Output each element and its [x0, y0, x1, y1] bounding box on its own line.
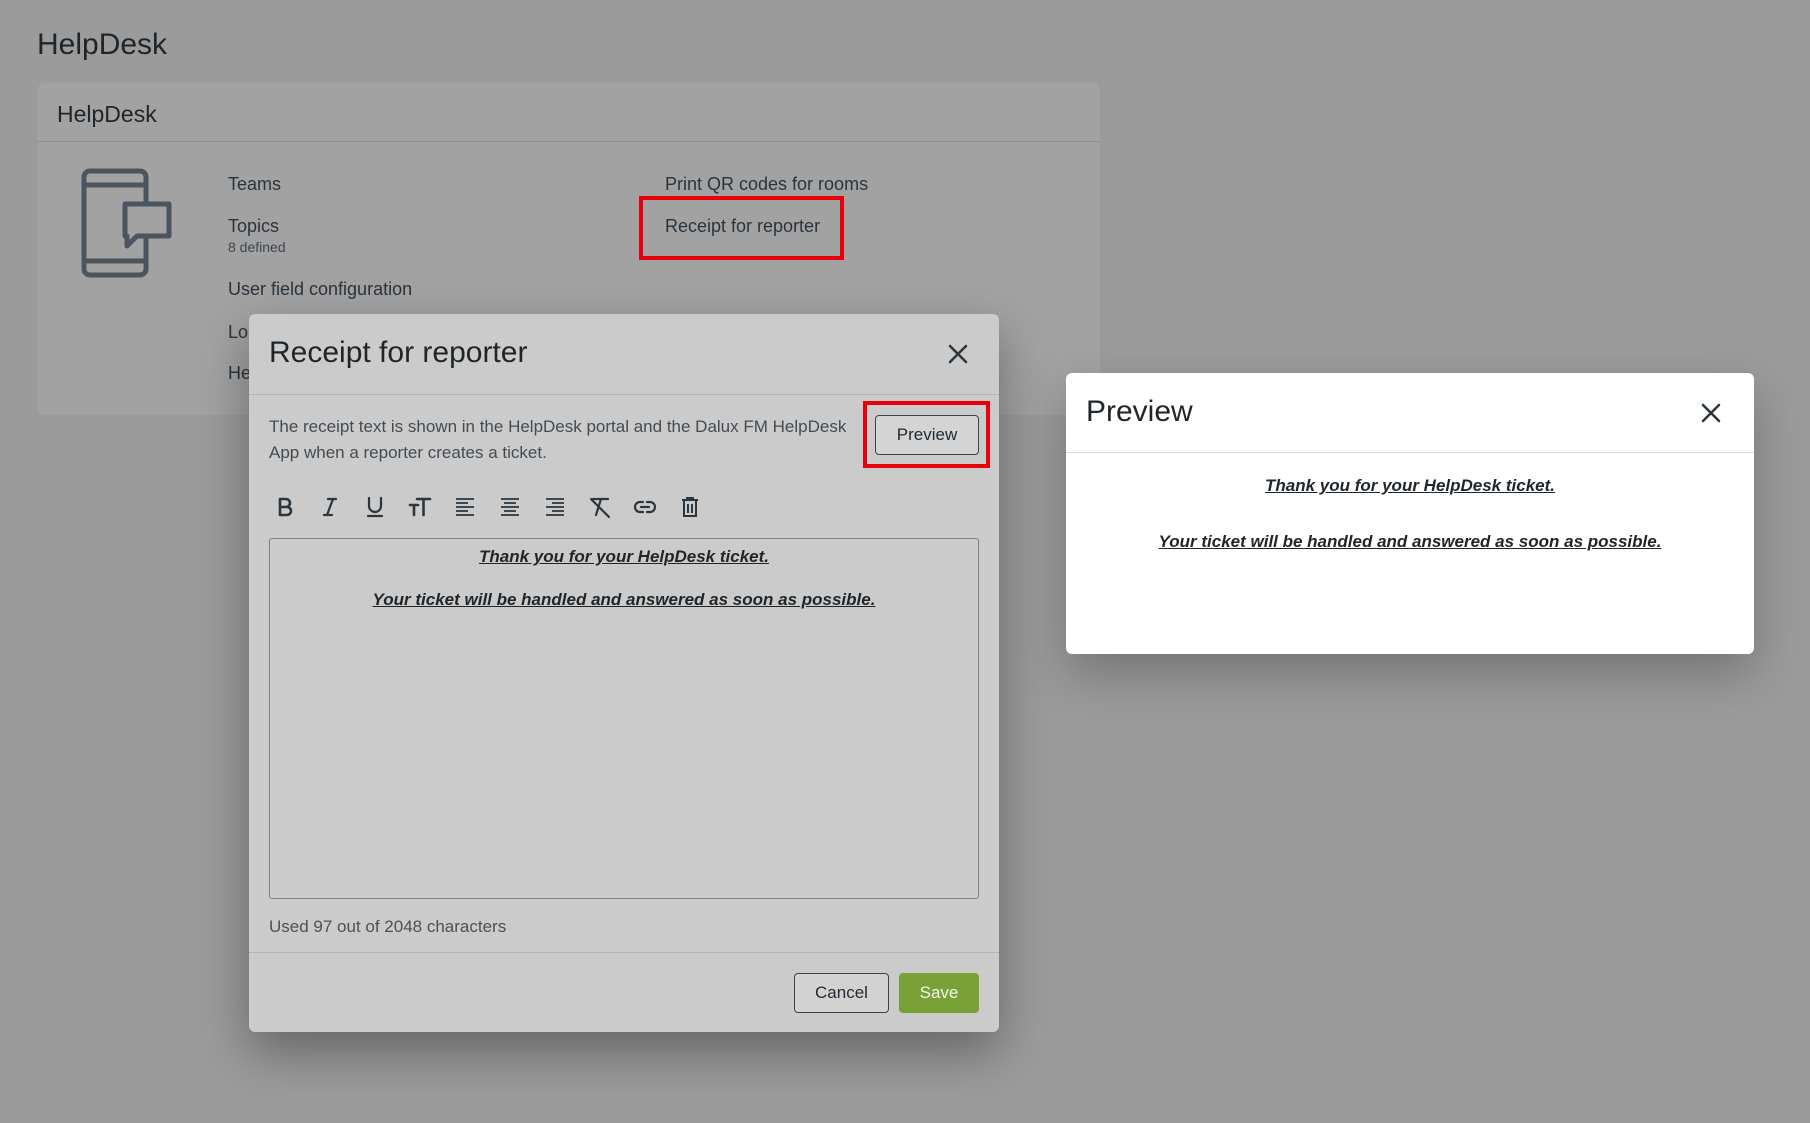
- save-button[interactable]: Save: [899, 973, 979, 1013]
- delete-icon: [682, 497, 698, 517]
- underline-icon: [366, 496, 384, 518]
- italic-button[interactable]: [314, 491, 346, 523]
- align-left-button[interactable]: [449, 491, 481, 523]
- preview-line: Thank you for your HelpDesk ticket.: [1264, 476, 1555, 495]
- editor-toolbar: [269, 491, 706, 525]
- page-title: HelpDesk: [37, 28, 168, 61]
- mobile-chat-icon: [81, 168, 172, 278]
- cancel-button[interactable]: Cancel: [794, 973, 889, 1013]
- bold-icon: [278, 497, 293, 517]
- preview-popup: Preview Thank you for your HelpDesk tick…: [1066, 373, 1754, 654]
- modal-footer: Cancel Save: [249, 952, 999, 1032]
- underline-button[interactable]: [359, 491, 391, 523]
- modal-title: Receipt for reporter: [269, 336, 528, 369]
- receipt-text-editor[interactable]: Thank you for your HelpDesk ticket. Your…: [269, 538, 979, 899]
- align-right-icon: [546, 498, 564, 516]
- print-qr-codes-link[interactable]: Print QR codes for rooms: [665, 174, 868, 195]
- teams-link[interactable]: Teams: [228, 174, 281, 195]
- topics-count: 8 defined: [228, 239, 286, 255]
- close-icon: [948, 344, 968, 364]
- text-size-icon: [408, 497, 432, 517]
- align-left-icon: [456, 498, 474, 516]
- preview-body: Thank you for your HelpDesk ticket. Your…: [1066, 453, 1754, 554]
- bold-button[interactable]: [269, 491, 301, 523]
- modal-close-button[interactable]: [943, 339, 973, 369]
- editor-line: Your ticket will be handled and answered…: [372, 590, 876, 609]
- modal-header: Receipt for reporter: [249, 314, 999, 395]
- align-center-button[interactable]: [494, 491, 526, 523]
- modal-description: The receipt text is shown in the HelpDes…: [269, 417, 847, 462]
- character-count: Used 97 out of 2048 characters: [269, 917, 507, 936]
- preview-title: Preview: [1086, 395, 1193, 428]
- link-icon: [633, 500, 657, 514]
- he-link[interactable]: He: [228, 363, 251, 384]
- topics-link[interactable]: Topics: [228, 216, 279, 237]
- preview-header: Preview: [1066, 373, 1754, 453]
- clear-format-icon: [589, 497, 611, 519]
- close-icon: [1701, 403, 1721, 423]
- preview-line: Your ticket will be handled and answered…: [1158, 532, 1662, 551]
- user-field-configuration-link[interactable]: User field configuration: [228, 279, 412, 300]
- align-right-button[interactable]: [539, 491, 571, 523]
- align-center-icon: [501, 498, 519, 516]
- lo-link[interactable]: Lo: [228, 322, 248, 343]
- highlight-preview-button: [863, 401, 990, 468]
- italic-icon: [322, 497, 338, 517]
- clear-format-button[interactable]: [584, 491, 616, 523]
- link-button[interactable]: [629, 491, 661, 523]
- text-size-button[interactable]: [404, 491, 436, 523]
- editor-line: Thank you for your HelpDesk ticket.: [478, 547, 769, 566]
- card-title: HelpDesk: [37, 83, 1100, 142]
- highlight-receipt-link: [639, 196, 844, 260]
- delete-button[interactable]: [674, 491, 706, 523]
- preview-close-button[interactable]: [1696, 398, 1726, 428]
